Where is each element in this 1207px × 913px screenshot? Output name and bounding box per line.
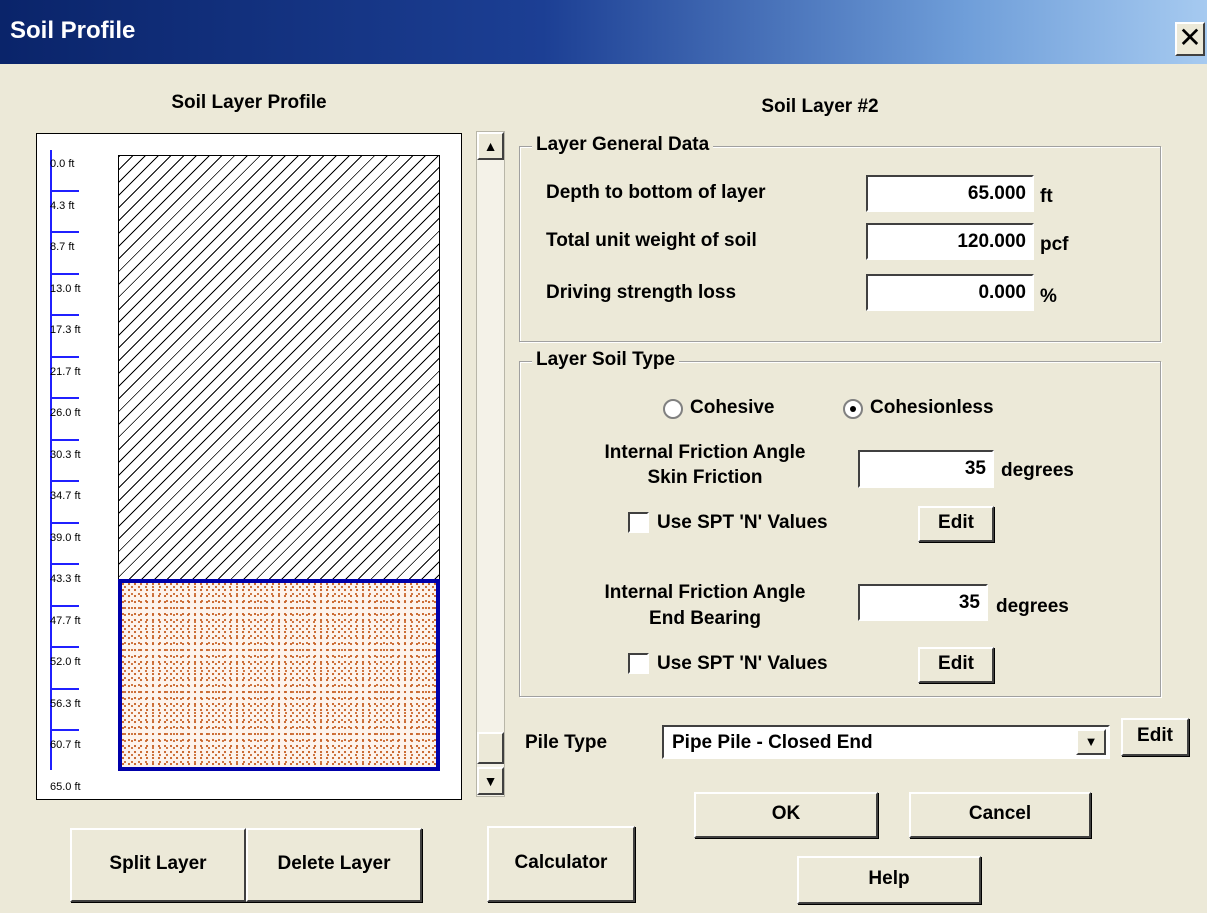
calculator-button[interactable]: Calculator [487, 826, 635, 902]
depth-field[interactable]: 65.000 [866, 175, 1034, 212]
depth-label: Depth to bottom of layer [546, 182, 766, 203]
scroll-thumb[interactable] [477, 732, 504, 764]
depth-tick [51, 438, 79, 441]
depth-tick-label: 21.7 ft [50, 365, 81, 378]
depth-tick [51, 687, 79, 690]
cohesive-radio[interactable] [663, 399, 683, 419]
depth-tick-label: 60.7 ft [50, 739, 81, 751]
depth-tick-label: 47.7 ft [50, 614, 81, 627]
soil-layer-1[interactable] [118, 155, 440, 583]
pile-type-select[interactable]: Pipe Pile - Closed End ▼ [662, 725, 1110, 759]
depth-tick [51, 231, 79, 233]
skin-friction-unit: degrees [1001, 460, 1074, 481]
weight-unit: pcf [1040, 234, 1069, 255]
skin-friction-label-line1: Internal Friction Angle [604, 442, 806, 463]
split-layer-button[interactable]: Split Layer [70, 828, 246, 902]
depth-tick-label: 30.3 ft [50, 448, 81, 461]
soil-layer-2[interactable] [118, 579, 440, 771]
depth-tick-label: 17.3 ft [50, 324, 81, 336]
weight-label: Total unit weight of soil [546, 230, 757, 251]
weight-field[interactable]: 120.000 [866, 223, 1034, 260]
end-bearing-unit: degrees [996, 596, 1069, 617]
end-spt-edit-button[interactable]: Edit [918, 647, 994, 683]
depth-tick-label: 13.0 ft [50, 282, 81, 295]
depth-unit: ft [1040, 186, 1053, 207]
profile-scrollbar[interactable] [476, 131, 505, 797]
end-spt-label: Use SPT 'N' Values [657, 653, 828, 674]
close-button[interactable]: ✕ [1175, 22, 1205, 56]
end-bearing-angle-field[interactable]: 35 [858, 584, 988, 621]
skin-spt-checkbox[interactable] [628, 512, 649, 533]
depth-tick-label: 8.7 ft [50, 241, 75, 253]
depth-tick-label: 56.3 ft [50, 697, 81, 710]
depth-tick-label: 65.0 ft [50, 780, 81, 793]
depth-tick [51, 314, 79, 316]
profile-heading: Soil Layer Profile [171, 92, 327, 113]
cancel-button[interactable]: Cancel [909, 792, 1091, 838]
end-bearing-label-line1: Internal Friction Angle [604, 582, 806, 603]
depth-tick [51, 563, 79, 565]
arrow-up-icon: ▲ [483, 138, 498, 154]
loss-unit: % [1040, 286, 1057, 307]
depth-tick-label: 43.3 ft [50, 573, 81, 585]
skin-friction-angle-field[interactable]: 35 [858, 450, 994, 488]
pile-type-label: Pile Type [525, 732, 608, 753]
depth-tick [51, 729, 79, 731]
depth-tick-label: 52.0 ft [50, 656, 81, 668]
loss-label: Driving strength loss [546, 282, 737, 303]
depth-tick [51, 521, 79, 524]
cohesive-option[interactable]: Cohesive [663, 397, 813, 421]
loss-field[interactable]: 0.000 [866, 274, 1034, 311]
pile-type-dropdown-button[interactable]: ▼ [1076, 729, 1106, 755]
depth-tick [51, 480, 79, 482]
depth-tick [51, 646, 79, 648]
chevron-down-icon: ▼ [1084, 734, 1098, 749]
layer-heading: Soil Layer #2 [761, 96, 879, 117]
cohesive-label: Cohesive [690, 397, 775, 418]
depth-tick-label: 26.0 ft [50, 407, 81, 419]
depth-tick-label: 39.0 ft [50, 531, 81, 544]
skin-spt-label: Use SPT 'N' Values [657, 512, 828, 533]
cohesionless-radio[interactable] [843, 399, 863, 419]
scroll-up-button[interactable]: ▲ [477, 132, 504, 160]
help-button[interactable]: Help [797, 856, 981, 904]
scroll-down-button[interactable]: ▼ [477, 767, 504, 795]
soil-type-group [519, 361, 1161, 697]
end-bearing-label-line2: End Bearing [649, 608, 761, 629]
cohesionless-label: Cohesionless [870, 397, 994, 418]
depth-tick [51, 272, 79, 275]
window-title: Soil Profile [10, 17, 136, 44]
depth-tick-label: 4.3 ft [50, 199, 75, 212]
skin-spt-edit-button[interactable]: Edit [918, 506, 994, 542]
arrow-down-icon: ▼ [483, 773, 498, 789]
soil-type-title: Layer Soil Type [532, 349, 680, 371]
title-bar[interactable]: Soil Profile ✕ [0, 0, 1207, 64]
depth-tick [51, 397, 79, 399]
general-data-title: Layer General Data [532, 134, 714, 156]
depth-tick-label: 34.7 ft [50, 490, 81, 502]
close-icon: ✕ [1178, 22, 1202, 53]
end-spt-checkbox[interactable] [628, 653, 649, 674]
pile-type-edit-button[interactable]: Edit [1121, 718, 1189, 756]
delete-layer-button[interactable]: Delete Layer [246, 828, 422, 902]
ok-button[interactable]: OK [694, 792, 878, 838]
depth-tick [51, 604, 79, 607]
skin-friction-label-line2: Skin Friction [647, 467, 763, 488]
depth-tick-label: 0.0 ft [50, 158, 75, 170]
depth-tick [51, 355, 79, 358]
cohesionless-option[interactable]: Cohesionless [843, 397, 1043, 421]
pile-type-value: Pipe Pile - Closed End [672, 732, 873, 753]
depth-tick [51, 189, 79, 192]
radio-selected-dot [850, 406, 856, 412]
